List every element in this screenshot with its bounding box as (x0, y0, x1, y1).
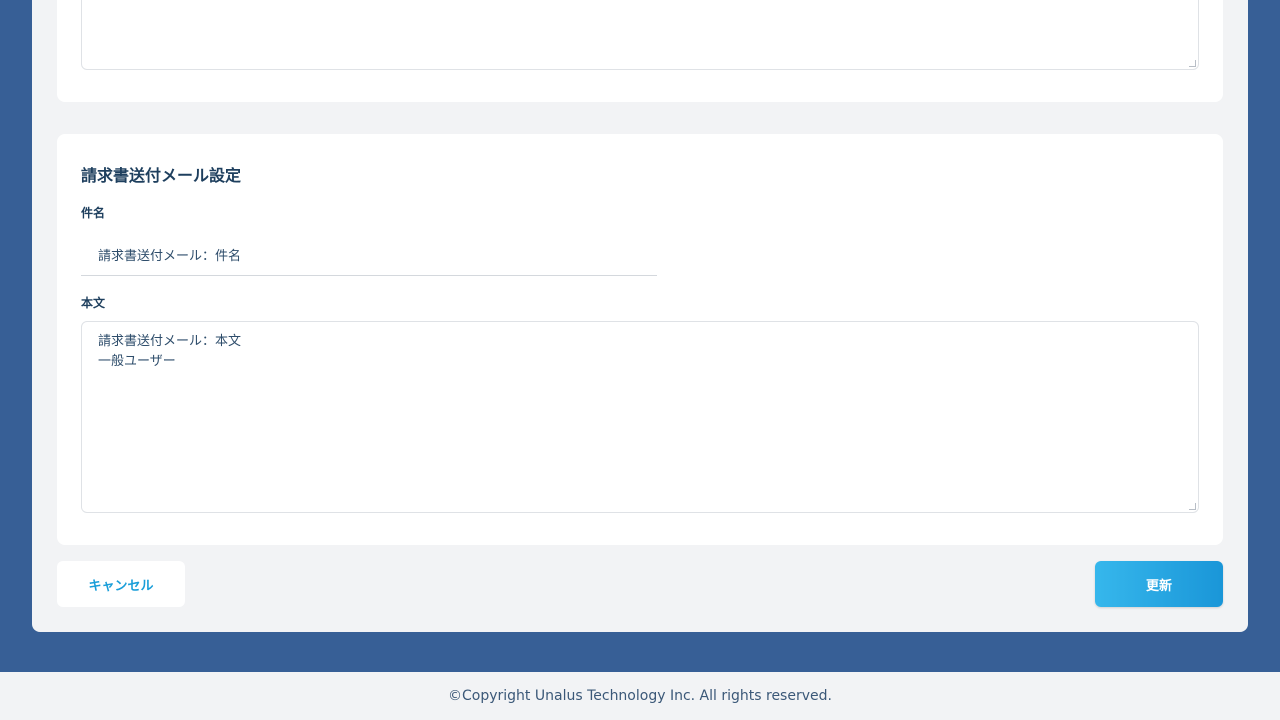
cancel-button[interactable]: キャンセル (57, 561, 185, 607)
update-button[interactable]: 更新 (1095, 561, 1223, 607)
subject-label: 件名 (81, 206, 106, 220)
body-textarea[interactable]: 請求書送付メール：本文 一般ユーザー (81, 321, 1199, 513)
footer: ©Copyright Unalus Technology Inc. All ri… (0, 672, 1280, 720)
previous-settings-card (57, 0, 1223, 102)
settings-panel: 請求書送付メール設定 件名 請求書送付メール：件名 本文 請求書送付メール：本文… (32, 0, 1248, 632)
body-line: 一般ユーザー (98, 354, 176, 369)
subject-input[interactable]: 請求書送付メール：件名 (81, 236, 657, 276)
invoice-mail-settings-card: 請求書送付メール設定 件名 請求書送付メール：件名 本文 請求書送付メール：本文… (57, 134, 1223, 545)
resize-handle-icon[interactable] (1189, 503, 1196, 510)
copyright-text: ©Copyright Unalus Technology Inc. All ri… (448, 688, 832, 704)
body-line: 請求書送付メール：本文 (98, 334, 242, 349)
section-title: 請求書送付メール設定 (81, 166, 242, 185)
resize-handle-icon[interactable] (1189, 60, 1196, 67)
body-label: 本文 (81, 296, 106, 310)
previous-body-textarea[interactable] (81, 0, 1199, 70)
